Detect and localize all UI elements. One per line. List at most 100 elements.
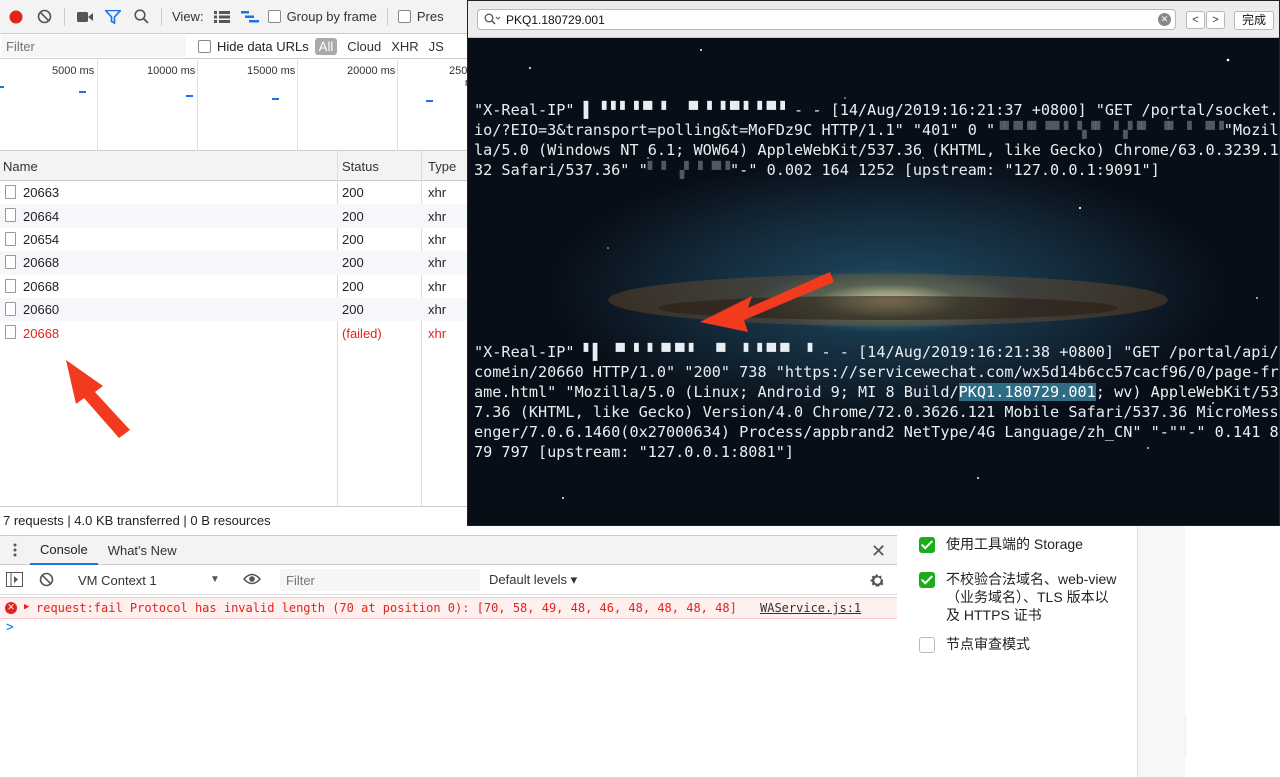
network-filter-input[interactable] [1, 35, 186, 57]
hide-data-urls-toggle[interactable]: Hide data URLs [198, 39, 309, 54]
search-match-highlight: PKQ1.180729.001 [958, 383, 1096, 401]
record-icon[interactable] [6, 7, 26, 27]
group-by-frame-toggle[interactable]: Group by frame [267, 9, 377, 24]
request-name: 20668 [23, 255, 60, 271]
request-list: 20663 200 xhr 20664 200 xhr 20654 200 xhr 20668 20… [0, 181, 470, 345]
find-input[interactable]: PKQ1.180729.001 ✕ [477, 9, 1176, 30]
file-icon [5, 185, 16, 199]
checkbox-icon[interactable] [267, 10, 281, 23]
network-summary: 7 requests | 4.0 KB transferred | 0 B re… [0, 506, 470, 534]
console-prompt[interactable]: > [6, 620, 14, 635]
setting-label: 不校验合法域名、web-view（业务域名）、TLS 版本以及 HTTPS 证书 [946, 571, 1117, 623]
table-row[interactable]: 20668 200 xhr [0, 251, 470, 275]
divider [386, 7, 388, 26]
request-timing-bar [79, 91, 86, 93]
dropdown-arrow-icon[interactable]: ▼ [210, 574, 220, 585]
checkbox-checked-icon[interactable] [919, 572, 935, 588]
waterfall-icon[interactable] [240, 7, 260, 27]
divider [161, 7, 162, 26]
filter-bar: Hide data URLs All Cloud XHR JS [0, 34, 470, 59]
request-name: 20664 [23, 208, 60, 224]
preserve-log-toggle[interactable]: Pres [397, 9, 444, 24]
clear-console-icon[interactable] [39, 572, 54, 590]
log-text: "-" 0.002 164 1252 [upstream: "127.0.0.1… [730, 161, 1160, 179]
hide-data-urls-label: Hide data URLs [217, 38, 309, 54]
timeline-tick: 20000 ms [347, 65, 396, 77]
request-name: 20654 [23, 231, 60, 247]
group-by-frame-label: Group by frame [286, 9, 377, 24]
drawer-menu-icon[interactable] [0, 543, 30, 557]
search-icon [484, 13, 501, 28]
checkbox-icon[interactable] [198, 39, 211, 53]
type-filter-cloud[interactable]: Cloud [347, 39, 381, 54]
table-row[interactable]: 20660 200 xhr [0, 297, 470, 322]
table-row[interactable]: 20668 (failed) xhr [0, 321, 470, 344]
divider [64, 7, 65, 26]
request-table-header: Name Status Type [0, 151, 470, 181]
settings-popover: 使用工具端的 Storage 不校验合法域名、web-view（业务域名）、TL… [897, 525, 1137, 777]
timeline-tick: 10000 ms [147, 65, 196, 77]
find-previous-button[interactable]: < [1186, 11, 1205, 29]
sidebar-toggle-icon[interactable] [6, 572, 23, 590]
request-timing-bar [186, 95, 193, 97]
setting-label: 节点审查模式 [946, 636, 1030, 652]
request-timing-bar [0, 86, 4, 88]
camera-icon[interactable] [75, 7, 95, 27]
gear-icon[interactable] [869, 572, 886, 592]
close-drawer-icon[interactable]: ✕ [871, 542, 886, 560]
checkbox-icon[interactable] [397, 10, 411, 23]
error-source-link[interactable]: WAService.js:1 [760, 601, 861, 615]
clear-search-icon[interactable]: ✕ [1158, 13, 1171, 26]
checkbox-unchecked-icon[interactable] [919, 637, 935, 653]
request-timing-bar [272, 98, 279, 100]
type-filter-xhr[interactable]: XHR [391, 39, 418, 54]
timeline-gridline [297, 60, 298, 151]
timeline-tick: 15000 ms [247, 65, 296, 77]
file-icon [5, 301, 16, 316]
tab-whats-new[interactable]: What's New [98, 535, 187, 565]
checkbox-checked-icon[interactable] [919, 537, 935, 553]
request-status: (failed) [342, 325, 382, 341]
request-status: 200 [342, 208, 364, 224]
setting-label: 使用工具端的 Storage [946, 536, 1083, 552]
expand-triangle-icon[interactable]: ▶ [24, 602, 29, 612]
console-error-message: ✕ ▶ request:fail Protocol has invalid le… [0, 597, 897, 619]
setting-skip-domain-check[interactable]: 不校验合法域名、web-view（业务域名）、TLS 版本以及 HTTPS 证书 [919, 570, 1119, 624]
timeline-overview[interactable]: 5000 ms 10000 ms 15000 ms 20000 ms 25000… [0, 60, 480, 151]
large-rows-icon[interactable] [212, 7, 232, 27]
tab-console[interactable]: Console [30, 535, 98, 565]
terminal-window: PKQ1.180729.001 ✕ < > 完成 "X-Real-IP" ▌ ▘… [467, 0, 1280, 526]
table-row[interactable]: 20663 200 xhr [0, 181, 470, 204]
table-row[interactable]: 20668 200 xhr [0, 275, 470, 298]
table-row[interactable]: 20654 200 xhr [0, 228, 470, 251]
console-filter-input[interactable] [280, 569, 480, 591]
setting-inspect-mode[interactable]: 节点审查模式 [919, 635, 1030, 653]
request-status: 200 [342, 255, 364, 271]
request-type: xhr [428, 302, 447, 318]
search-icon[interactable] [131, 7, 151, 27]
panel-strip [1137, 525, 1185, 777]
column-header-name[interactable]: Name [3, 159, 38, 174]
find-next-button[interactable]: > [1206, 11, 1225, 29]
timeline-gridline [97, 60, 98, 151]
setting-use-tool-storage[interactable]: 使用工具端的 Storage [919, 535, 1083, 553]
preserve-log-label: Pres [416, 9, 444, 24]
request-type: xhr [428, 185, 447, 201]
type-filter-all[interactable]: All [314, 37, 338, 55]
drawer-tabbar: Console What's New ✕ [0, 535, 897, 565]
error-icon: ✕ [5, 602, 17, 614]
terminal-find-bar: PKQ1.180729.001 ✕ < > 完成 [468, 1, 1279, 38]
timeline-tick: 5000 ms [52, 65, 95, 77]
type-filter-js[interactable]: JS [429, 39, 444, 54]
eye-icon[interactable] [242, 573, 262, 588]
filter-icon[interactable] [103, 7, 123, 27]
table-row[interactable]: 20664 200 xhr [0, 204, 470, 228]
log-levels-dropdown[interactable]: Default levels ▾ [489, 572, 577, 588]
column-header-type[interactable]: Type [428, 159, 456, 174]
log-entry-1: "X-Real-IP" ▌ ▘▘▘▝▝▘▝ ▝▘▝ ▘▀▝ ▘▀▝ - - [1… [474, 100, 1279, 180]
context-selector[interactable]: VM Context 1 [78, 573, 157, 588]
find-done-button[interactable]: 完成 [1234, 11, 1274, 30]
clear-icon[interactable] [34, 7, 54, 27]
column-header-status[interactable]: Status [342, 159, 379, 174]
log-entry-2: "X-Real-IP" ▘▌ ▝▘▝ ▘▝▘▀▝ ▝▘ ▝ ▘▀▝▘ ▝ - -… [474, 342, 1279, 462]
